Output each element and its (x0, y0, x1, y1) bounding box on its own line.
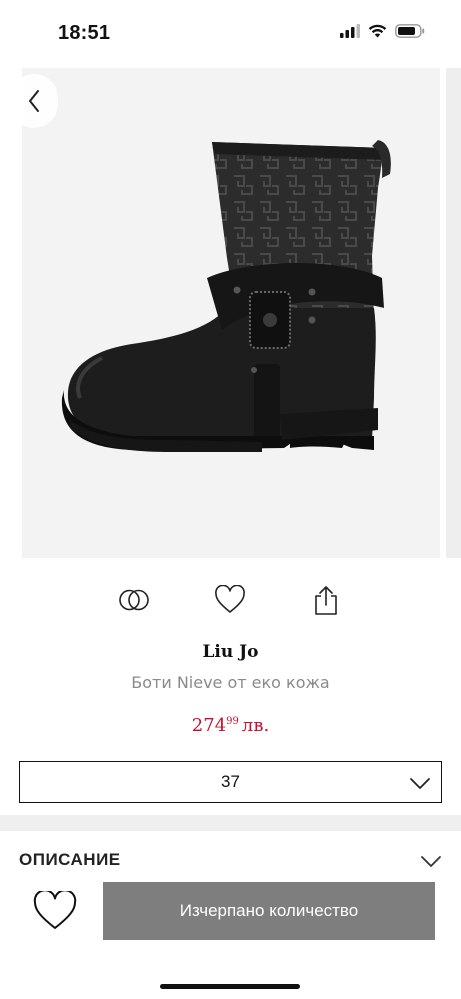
product-actions (0, 580, 461, 620)
share-icon (315, 586, 337, 615)
section-divider (0, 815, 461, 831)
price-main: 274 (191, 715, 227, 736)
price-currency: лв. (241, 715, 270, 736)
price: 27499 лв. (0, 715, 461, 736)
status-icons (340, 24, 425, 38)
home-indicator (160, 984, 300, 989)
size-selector[interactable]: 37 (19, 761, 442, 803)
out-of-stock-button[interactable]: Изчерпано количество (103, 882, 435, 940)
product-name: Боти Nieve от еко кожа (131, 673, 330, 692)
back-button[interactable] (10, 74, 58, 128)
price-cents: 99 (226, 716, 239, 727)
chevron-down-icon[interactable] (420, 854, 442, 870)
product-image (61, 140, 391, 452)
battery-icon (395, 24, 425, 38)
next-image-peek[interactable] (446, 68, 461, 558)
description-heading[interactable]: ОПИСАНИЕ (19, 850, 121, 870)
status-time: 18:51 (58, 22, 111, 44)
chevron-down-icon (410, 778, 430, 789)
selected-size: 37 (221, 772, 240, 791)
status-bar: 18:51 (0, 0, 461, 68)
heart-icon (215, 585, 245, 613)
chevron-left-icon (29, 90, 39, 112)
wifi-icon (368, 24, 387, 38)
brand-name[interactable]: Liu Jo (0, 642, 461, 662)
product-image-gallery[interactable] (22, 68, 440, 558)
cta-label: Изчерпано количество (179, 901, 359, 920)
heart-outline-icon (33, 891, 77, 929)
favorite-button[interactable] (210, 580, 250, 620)
compare-button[interactable] (114, 580, 154, 620)
compare-icon (119, 589, 149, 611)
wishlist-button[interactable] (30, 886, 80, 936)
cellular-signal-icon (340, 24, 360, 38)
share-button[interactable] (306, 580, 346, 620)
